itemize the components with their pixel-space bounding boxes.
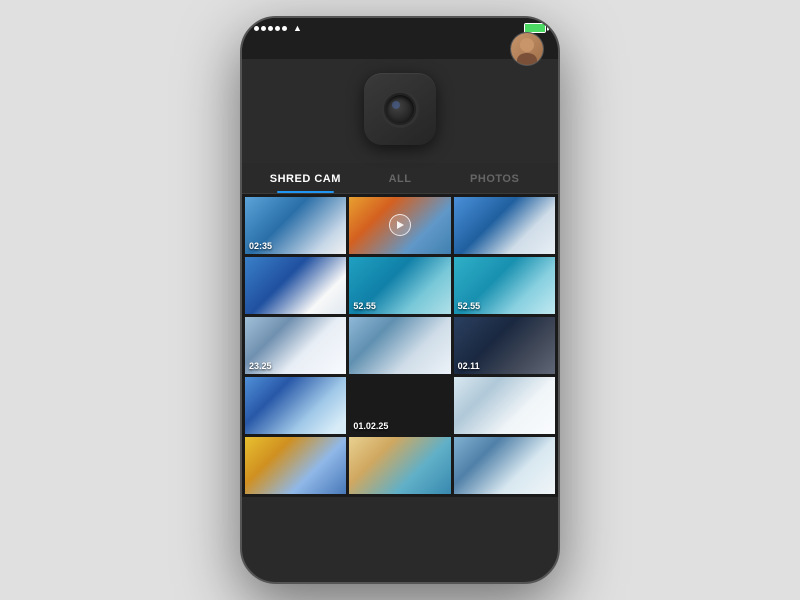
thumb-background: [454, 437, 555, 494]
thumb-background: [454, 377, 555, 434]
thumbnail-8[interactable]: [349, 317, 450, 374]
thumb-background: [454, 197, 555, 254]
thumbnail-1[interactable]: 02:35: [245, 197, 346, 254]
wifi-icon: ▲: [293, 23, 302, 33]
tab-photos[interactable]: PHOTOS: [447, 163, 542, 193]
play-icon: [397, 221, 404, 229]
thumbnail-7[interactable]: 23.25: [245, 317, 346, 374]
phone-frame: ▲ SHRED CAM ALL PHOT: [240, 16, 560, 584]
thumbnail-10[interactable]: [245, 377, 346, 434]
status-bar: ▲: [242, 18, 558, 38]
thumbnail-2[interactable]: [349, 197, 450, 254]
thumbnail-15[interactable]: [454, 437, 555, 494]
camera-section: [242, 59, 558, 163]
tab-shred-cam[interactable]: SHRED CAM: [258, 163, 353, 193]
media-grid: 02:35 52.55 52.55 23.25 02.11 01.02.25: [242, 194, 558, 497]
duration-label: 52.55: [458, 301, 481, 311]
duration-label: 52.55: [353, 301, 376, 311]
tab-all[interactable]: ALL: [353, 163, 448, 193]
play-button[interactable]: [389, 214, 411, 236]
duration-label: 01.02.25: [353, 421, 388, 431]
thumb-background: [245, 437, 346, 494]
avatar[interactable]: [510, 32, 544, 66]
thumb-background: [245, 257, 346, 314]
duration-label: 23.25: [249, 361, 272, 371]
camera-icon[interactable]: [364, 73, 436, 145]
thumbnail-13[interactable]: [245, 437, 346, 494]
thumbnail-9[interactable]: 02.11: [454, 317, 555, 374]
avatar-image: [511, 33, 543, 65]
thumbnail-4[interactable]: [245, 257, 346, 314]
thumbnail-11[interactable]: 01.02.25: [349, 377, 450, 434]
thumbnail-5[interactable]: 52.55: [349, 257, 450, 314]
status-left: ▲: [254, 23, 302, 33]
thumbnail-14[interactable]: [349, 437, 450, 494]
thumb-background: [349, 317, 450, 374]
thumbnail-12[interactable]: [454, 377, 555, 434]
duration-label: 02.11: [458, 361, 480, 371]
thumb-background: [349, 437, 450, 494]
thumbnail-6[interactable]: 52.55: [454, 257, 555, 314]
media-content: 02:35 52.55 52.55 23.25 02.11 01.02.25: [242, 194, 558, 497]
thumbnail-3[interactable]: [454, 197, 555, 254]
camera-lens: [384, 93, 416, 125]
header: [242, 38, 558, 59]
thumb-background: [245, 377, 346, 434]
signal-dots: [254, 26, 287, 31]
tabs-bar: SHRED CAM ALL PHOTOS: [242, 163, 558, 194]
duration-label: 02:35: [249, 241, 272, 251]
